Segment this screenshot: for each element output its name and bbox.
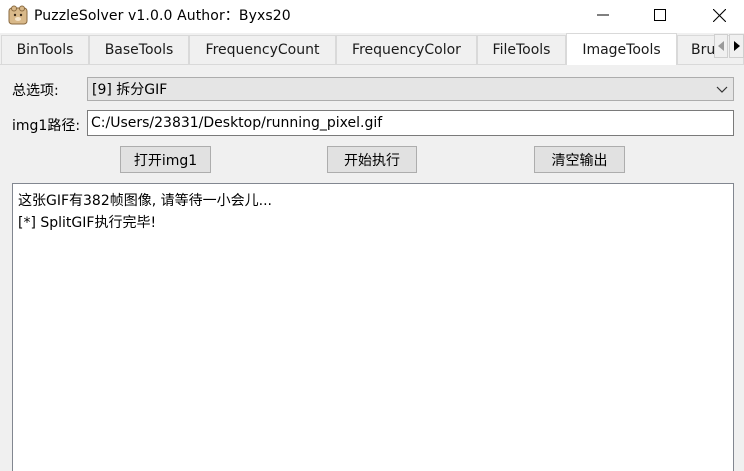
execute-button-label: 开始执行 (344, 152, 400, 169)
tab-filetools[interactable]: FileTools (477, 35, 566, 64)
tab-label: BaseTools (104, 42, 174, 58)
chevron-right-icon (733, 41, 740, 51)
tab-label: ImageTools (582, 41, 661, 58)
tab-label: BinTools (16, 42, 74, 58)
tab-label: FrequencyColor (352, 42, 461, 58)
option-select[interactable]: [9] 拆分GIF (87, 77, 734, 101)
maximize-icon (654, 9, 666, 21)
minimize-button[interactable] (580, 0, 626, 30)
maximize-button[interactable] (637, 0, 683, 30)
minimize-icon (597, 14, 609, 16)
tab-scroll-right-button[interactable] (729, 34, 744, 58)
title-bar: PuzzleSolver v1.0.0 Author：Byxs20 (0, 0, 744, 30)
clear-output-button-label: 清空输出 (551, 152, 608, 169)
tab-frequencycolor[interactable]: FrequencyColor (336, 35, 477, 64)
output-line: [*] SplitGIF执行完毕! (18, 215, 157, 231)
option-select-value: [9] 拆分GIF (92, 82, 168, 98)
tab-bintools[interactable]: BinTools (1, 35, 89, 64)
tab-bar: BinTools BaseTools FrequencyCount Freque… (0, 33, 744, 65)
tab-label: Bru (691, 42, 716, 58)
chevron-left-icon (718, 41, 724, 51)
clear-output-button[interactable]: 清空输出 (534, 146, 625, 173)
open-img1-button[interactable]: 打开img1 (120, 146, 211, 173)
option-label: 总选项: (12, 83, 59, 99)
output-line: 这张GIF有382帧图像, 请等待一小会儿... (18, 193, 273, 209)
app-icon (8, 5, 28, 25)
execute-button[interactable]: 开始执行 (327, 146, 417, 173)
tab-scroll-left-button[interactable] (714, 34, 728, 58)
tab-basetools[interactable]: BaseTools (89, 35, 189, 64)
open-img1-button-label: 打开img1 (133, 152, 198, 169)
img1-path-input[interactable]: C:/Users/23831/Desktop/running_pixel.gif (87, 110, 734, 136)
window-title: PuzzleSolver v1.0.0 Author：Byxs20 (34, 8, 291, 24)
chevron-down-icon (716, 86, 728, 93)
close-icon (712, 8, 726, 22)
img1-path-value: C:/Users/23831/Desktop/running_pixel.gif (91, 115, 383, 131)
tab-label: FileTools (492, 42, 551, 58)
tab-frequencycount[interactable]: FrequencyCount (189, 35, 336, 64)
path-label: img1路径: (12, 118, 81, 134)
tab-label: FrequencyCount (205, 42, 320, 58)
close-button[interactable] (696, 0, 742, 30)
tab-imagetools[interactable]: ImageTools (566, 33, 677, 65)
output-textarea[interactable]: 这张GIF有382帧图像, 请等待一小会儿... [*] SplitGIF执行完… (12, 183, 734, 471)
